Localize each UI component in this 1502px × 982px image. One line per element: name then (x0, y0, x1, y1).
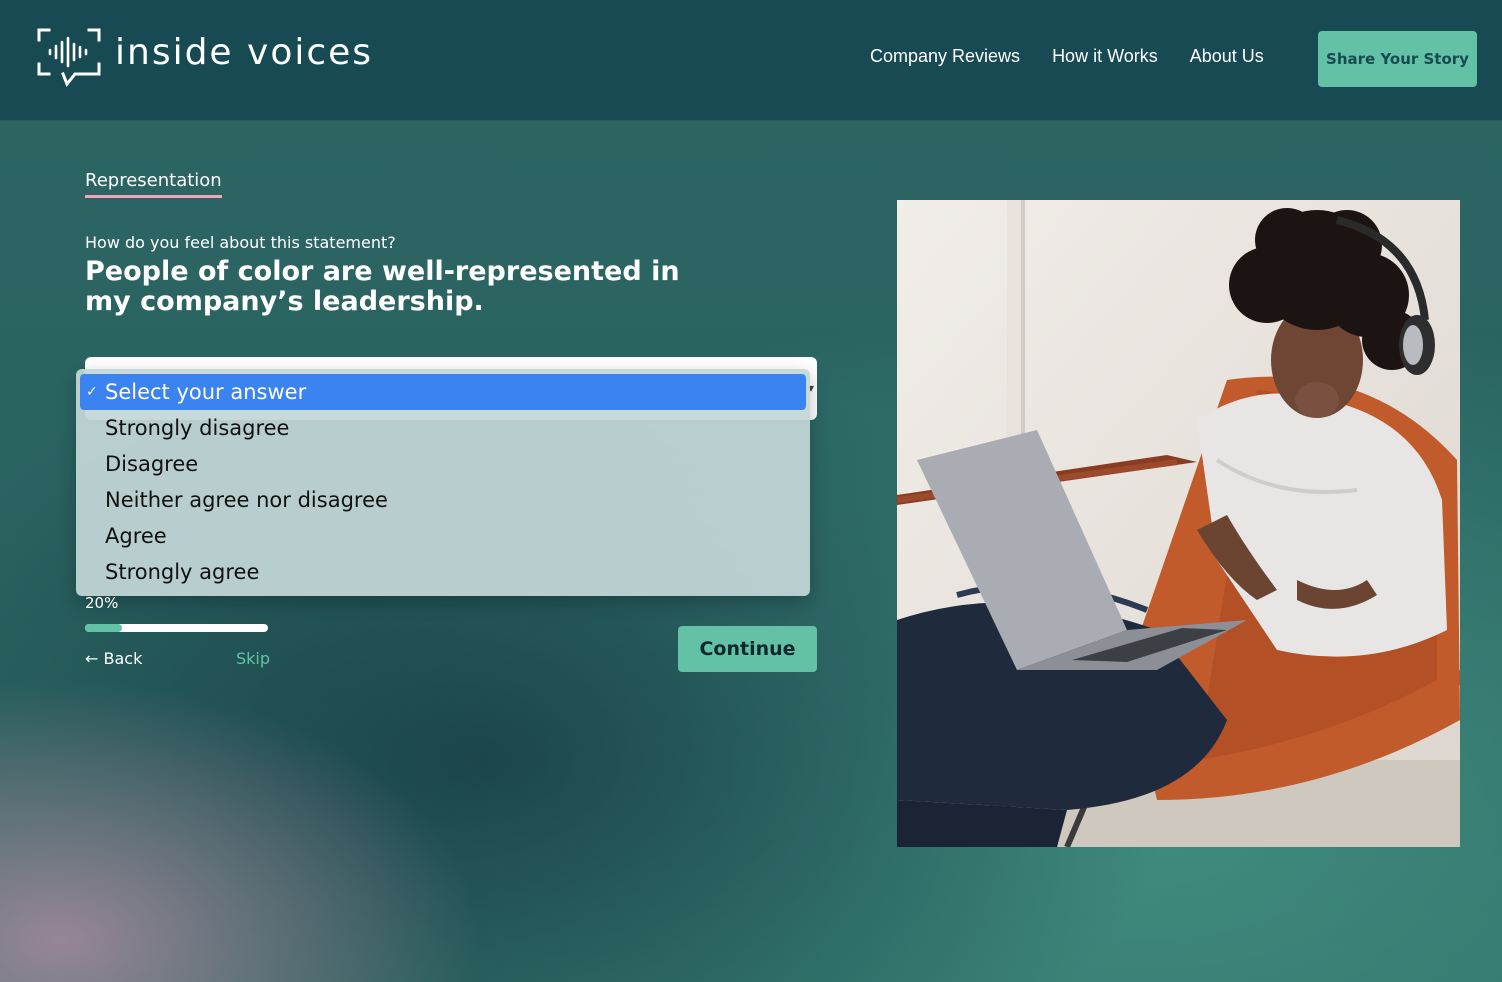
option-label: Strongly disagree (105, 416, 290, 440)
soundwave-speech-bubble-icon (37, 28, 101, 87)
check-icon: ✓ (86, 384, 98, 400)
option-agree[interactable]: Agree (80, 518, 806, 554)
option-disagree[interactable]: Disagree (80, 446, 806, 482)
hero-photo (897, 200, 1460, 847)
option-neither[interactable]: Neither agree nor disagree (80, 482, 806, 518)
arrow-left-icon: ← (85, 649, 99, 668)
question-prompt: How do you feel about this statement? (85, 233, 396, 252)
progress-bar-fill (85, 624, 122, 632)
continue-button[interactable]: Continue (678, 626, 817, 672)
progress-bar (85, 624, 268, 632)
progress-percent: 20% (85, 594, 119, 612)
back-link[interactable]: ← Back (85, 649, 142, 668)
option-strongly-agree[interactable]: Strongly agree (80, 554, 806, 590)
back-label: Back (103, 649, 143, 668)
answer-dropdown-menu: ✓ Select your answer Strongly disagree D… (76, 369, 810, 596)
option-label: Strongly agree (105, 560, 260, 584)
main-nav: Company Reviews How it Works About Us (870, 46, 1264, 67)
skip-link[interactable]: Skip (236, 649, 270, 668)
brand-name: inside voices (115, 32, 374, 73)
question-statement: People of color are well-represented in … (85, 256, 680, 317)
nav-how-it-works[interactable]: How it Works (1052, 46, 1158, 67)
option-label: Neither agree nor disagree (105, 488, 388, 512)
option-label: Disagree (105, 452, 199, 476)
nav-company-reviews[interactable]: Company Reviews (870, 46, 1020, 67)
option-label: Agree (105, 524, 167, 548)
site-header: inside voices Company Reviews How it Wor… (0, 0, 1502, 121)
section-title: Representation (85, 170, 222, 198)
option-select-your-answer[interactable]: ✓ Select your answer (80, 374, 806, 410)
nav-about-us[interactable]: About Us (1190, 46, 1264, 67)
share-your-story-button[interactable]: Share Your Story (1318, 31, 1477, 87)
woman-with-laptop-illustration (897, 200, 1460, 847)
option-label: Select your answer (105, 380, 307, 404)
logo-link[interactable]: inside voices (37, 28, 371, 88)
option-strongly-disagree[interactable]: Strongly disagree (80, 410, 806, 446)
